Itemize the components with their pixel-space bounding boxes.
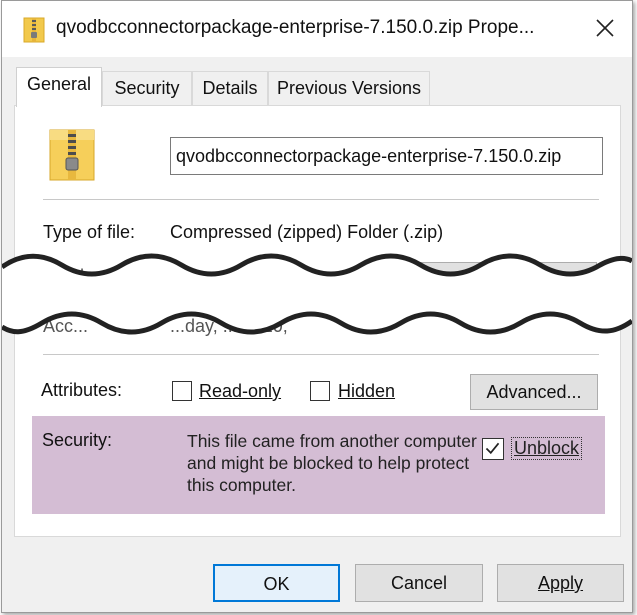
security-section: Security: This file came from another co… [32,416,605,514]
divider [43,199,599,200]
apply-button[interactable]: Apply [497,564,624,602]
torn-edge [2,253,632,335]
close-icon[interactable] [590,13,620,43]
properties-window: qvodbcconnectorpackage-enterprise-7.150.… [1,0,633,613]
tab-security[interactable]: Security [102,71,192,105]
tab-details[interactable]: Details [192,71,268,105]
filename-field[interactable] [170,137,603,175]
title-bar: qvodbcconnectorpackage-enterprise-7.150.… [2,1,632,57]
security-label: Security: [42,430,113,450]
advanced-button[interactable]: Advanced... [470,374,598,410]
window-title: qvodbcconnectorpackage-enterprise-7.150.… [56,17,535,38]
ok-button[interactable]: OK [213,564,340,602]
type-of-file-label: Type of file: [43,222,136,242]
security-message: This file came from another computer and… [187,431,477,495]
hidden-checkbox[interactable] [310,381,330,401]
unblock-checkbox[interactable] [482,438,504,460]
readonly-checkbox[interactable] [172,381,192,401]
attributes-label: Attributes: [41,380,123,400]
readonly-label: Read-only [199,381,282,401]
cancel-button[interactable]: Cancel [355,564,483,602]
tab-previous-versions[interactable]: Previous Versions [268,71,430,105]
hidden-label: Hidden [338,381,396,401]
zip-folder-icon [49,129,95,181]
tab-general[interactable]: General [16,67,102,107]
divider [43,354,599,355]
unblock-label: Unblock [511,437,583,460]
check-icon [485,442,500,455]
zip-folder-icon [23,17,45,43]
type-of-file-value: Compressed (zipped) Folder (.zip) [170,222,444,242]
